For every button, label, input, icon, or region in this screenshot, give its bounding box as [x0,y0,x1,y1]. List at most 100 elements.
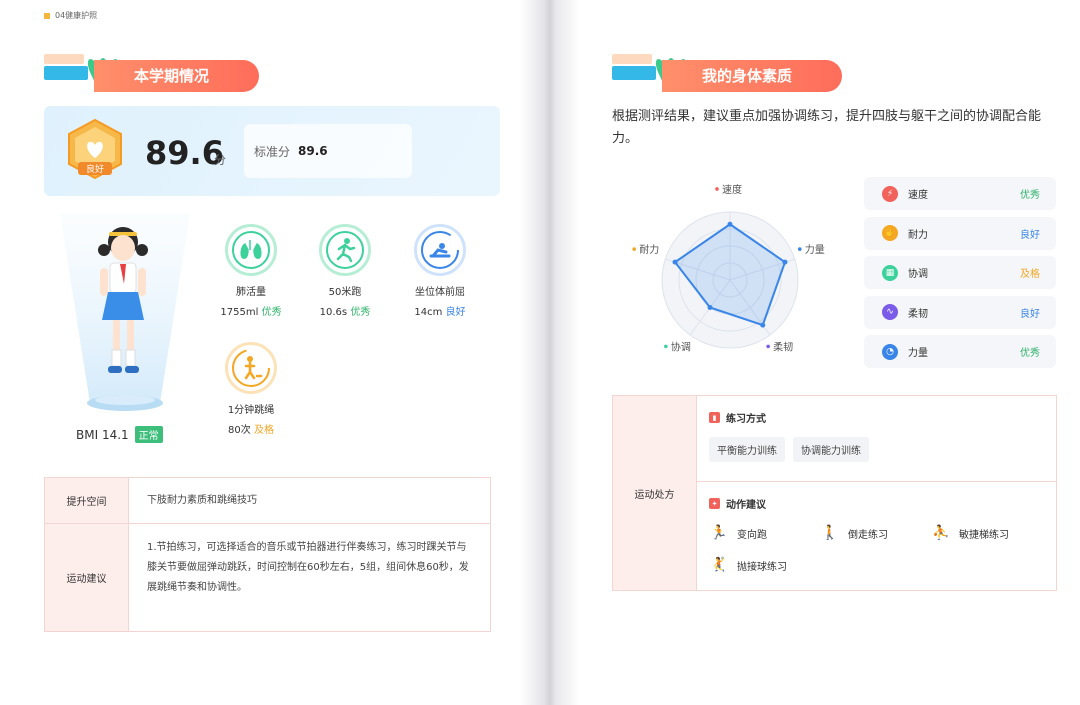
quality-level: 良好 [1020,308,1040,320]
sit-reach-icon [414,224,466,276]
metric-name: 坐位体前屈 [415,287,465,298]
bmi-label: BMI 14.1 [76,427,129,442]
metric-value-row: 1755ml 优秀 [206,303,296,318]
radar-axis-label: 速度 [722,183,742,196]
table-head-improve: 提升空间 [45,478,129,523]
practice-method-section: ▮ 练习方式 平衡能力训练 协调能力训练 [697,396,1056,482]
direction-run-icon: 🏃 [710,525,728,541]
jump-rope-icon [225,342,277,394]
action-name: 变向跑 [737,529,767,541]
metric-value: 1755ml [220,307,259,318]
radar-point [672,259,678,265]
lightning-icon: ⚡ [882,185,898,202]
chapter-text: 04健康护照 [55,11,98,20]
radar-axis-dot [632,247,637,251]
action-list: 🏃 变向跑 🚶 倒走练习 ⛹ 敏捷梯练习 🤾 抛接球练习 [709,523,1044,587]
action-name: 抛接球练习 [737,561,787,573]
star-icon: ✦ [709,498,720,509]
action-item[interactable]: 🏃 变向跑 [709,523,820,543]
radar-axis-label: 耐力 [639,243,659,256]
radar-axis-label: 协调 [671,340,691,353]
lungs-icon [225,224,277,276]
action-advice-section: ✦ 动作建议 🏃 变向跑 🚶 倒走练习 ⛹ 敏捷梯练习 🤾 抛接球练习 [697,482,1056,601]
action-item[interactable]: 🤾 抛接球练习 [709,555,820,575]
metric-level: 优秀 [350,307,371,318]
table-row: 运动建议 1.节拍练习，可选择适合的音乐或节拍器进行伴奏练习，练习时踝关节与膝关… [45,524,490,631]
method-chips: 平衡能力训练 协调能力训练 [709,437,1044,462]
quality-name: 力量 [908,348,928,359]
radar-axis-dot [664,344,668,349]
section-title: 本学期情况 [94,60,260,92]
metric-name: 50米跑 [328,287,362,298]
metric-value-row: 80次 及格 [206,421,296,436]
radar-chart: 速度力量柔韧 协调 耐力 [632,183,825,353]
quality-name: 速度 [908,190,928,201]
metric-50m-run: 50米跑 10.6s 优秀 [300,224,390,318]
radar-axis-label: 力量 [805,243,825,256]
method-chip[interactable]: 协调能力训练 [793,437,869,462]
bmi-status-badge: 正常 [134,426,163,443]
backward-walk-icon: 🚶 [821,525,839,541]
score-card: 良好 89.6 分 标准分 89.6 [44,106,500,196]
action-advice-title: ✦ 动作建议 [709,496,1044,511]
chapter-dot-icon [44,12,50,19]
action-item[interactable]: 🚶 倒走练习 [820,523,931,543]
section-title: 我的身体素质 [662,60,842,92]
radar-axis-dot [715,187,719,191]
ball-toss-icon: 🤾 [710,557,728,573]
metric-value: 80次 [228,425,251,436]
coordination-icon: ▦ [882,264,898,281]
radar-axis-label: 柔韧 [773,341,793,353]
quality-name: 耐力 [908,229,928,241]
metric-jump-rope: 1分钟跳绳 80次 及格 [206,342,296,436]
exercise-prescription: 运动处方 ▮ 练习方式 平衡能力训练 协调能力训练 ✦ 动作建议 🏃 变向跑 🚶… [612,395,1057,591]
table-head-advice: 运动建议 [45,524,129,631]
radar-point [727,221,733,227]
book-gutter [520,0,580,705]
improvement-table: 提升空间 下肢耐力素质和跳绳技巧 运动建议 1.节拍练习，可选择适合的音乐或节拍… [44,477,491,632]
section-header-semester: 本学期情况 [44,48,274,92]
chart-bars-icon: ▮ [709,412,720,423]
table-body-advice: 1.节拍练习，可选择适合的音乐或节拍器进行伴奏练习，练习时踝关节与膝关节要做屈弹… [147,542,469,593]
quality-item-coordination: ▦ 协调 及格 [864,256,1056,289]
radar-point [782,259,788,265]
quality-level: 优秀 [1020,348,1040,359]
prescription-head: 运动处方 [613,396,697,590]
prescription-body: ▮ 练习方式 平衡能力训练 协调能力训练 ✦ 动作建议 🏃 变向跑 🚶 倒走练习… [697,396,1056,590]
section-header-physique: 我的身体素质 [612,48,842,92]
metric-value: 14cm [414,307,443,318]
metric-lung-capacity: 肺活量 1755ml 优秀 [206,224,296,318]
assessment-intro: 根据测评结果，建议重点加强协调练习，提升四肢与躯干之间的协调配合能力。 [612,109,1042,146]
table-row: 提升空间 下肢耐力素质和跳绳技巧 [45,478,490,524]
quality-item-flexibility: ∿ 柔韧 良好 [864,295,1056,329]
metric-level: 及格 [253,425,274,436]
quality-name: 协调 [908,269,928,280]
metric-level: 良好 [445,307,466,318]
running-icon [319,224,371,276]
endurance-icon: ✋ [882,225,898,241]
method-chip[interactable]: 平衡能力训练 [709,437,785,462]
table-body-improve: 下肢耐力素质和跳绳技巧 [147,494,257,506]
score-unit: 分 [214,153,227,167]
quality-item-speed: ⚡ 速度 优秀 [864,177,1056,210]
quality-level: 优秀 [1020,190,1040,201]
action-item[interactable]: ⛹ 敏捷梯练习 [931,523,1042,543]
standard-score-value: 89.6 [298,144,328,158]
quality-name: 柔韧 [908,308,928,320]
bmi-row: BMI 14.1 正常 [76,426,163,443]
quality-item-endurance: ✋ 耐力 良好 [864,216,1056,250]
flexibility-icon: ∿ [882,304,898,320]
quality-list: ⚡ 速度 优秀 ✋ 耐力 良好 ▦ 协调 及格 ∿ 柔韧 良好 ◔ 力量 优秀 [864,177,1056,375]
total-score: 89.6 [145,134,224,172]
metric-level: 优秀 [261,307,282,318]
badge-label: 良好 [86,163,104,175]
quality-level: 及格 [1020,269,1040,280]
radar-axis-dot [797,247,802,251]
metric-value-row: 14cm 良好 [395,303,485,318]
quality-level: 良好 [1020,229,1040,241]
agility-ladder-icon: ⛹ [932,525,950,541]
chapter-label: 04健康护照 [44,10,97,21]
metric-sit-and-reach: 坐位体前屈 14cm 良好 [395,224,485,318]
method-title-text: 练习方式 [726,414,766,425]
metric-value-row: 10.6s 优秀 [300,303,390,318]
